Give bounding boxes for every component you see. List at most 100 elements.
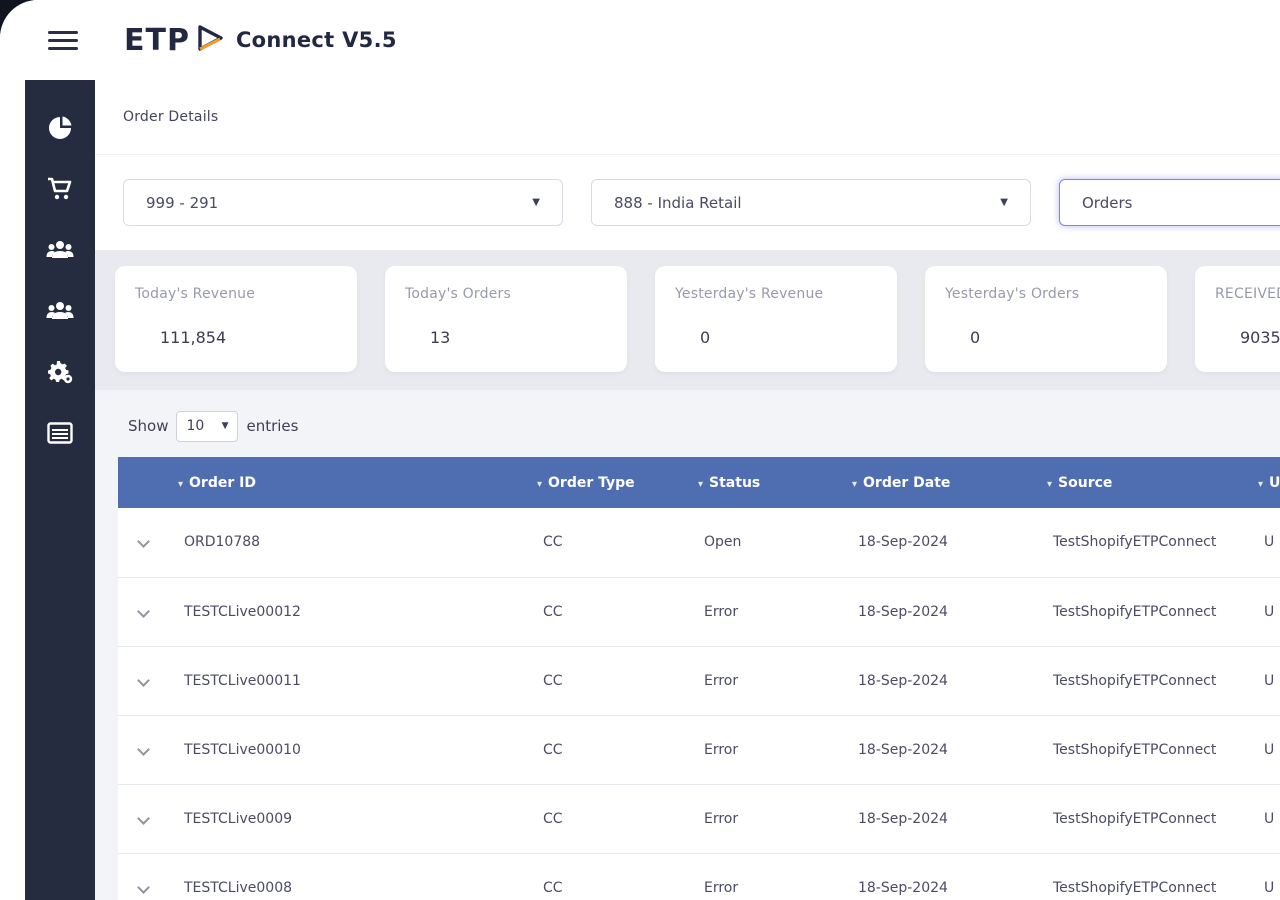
sidebar-nav <box>25 80 95 900</box>
cell-order-type: CC <box>527 508 688 578</box>
column-header-order-id[interactable]: ▾ Order ID <box>168 457 527 508</box>
cell-status: Error <box>688 715 842 785</box>
cell-source: TestShopifyETPConnect <box>1037 577 1248 647</box>
cell-status: Error <box>688 784 842 854</box>
cell-status: Error <box>688 646 842 716</box>
cell-source: TestShopifyETPConnect <box>1037 508 1248 578</box>
cell-extra: U <box>1248 577 1280 647</box>
brand-logo: ETP Connect V5.5 <box>124 23 397 58</box>
cell-order-id: TESTCLive0009 <box>168 784 527 854</box>
cell-extra: U <box>1248 508 1280 578</box>
cell-order-type: CC <box>527 853 688 900</box>
cell-order-date: 18-Sep-2024 <box>842 646 1037 716</box>
expand-row-icon[interactable] <box>136 535 150 549</box>
stats-band: Today's Revenue 111,854 Today's Orders 1… <box>95 250 1280 390</box>
stat-label: Today's Revenue <box>135 286 256 302</box>
chevron-down-icon: ▼ <box>221 421 229 431</box>
store-select[interactable]: 888 - India Retail ▼ <box>591 179 1031 226</box>
orders-table: ▾ Order ID ▾ Order Type ▾ Status ▾ Order Dat… <box>118 457 1280 900</box>
left-gutter <box>0 80 25 900</box>
expand-row-icon[interactable] <box>136 604 150 618</box>
page-title-bar: Order Details <box>95 80 1280 155</box>
expand-row-icon[interactable] <box>136 811 150 825</box>
sidebar-item-orders[interactable] <box>40 169 80 209</box>
table-row: TESTCLive00010 CC Error 18-Sep-2024 Test… <box>118 715 1280 785</box>
stat-label: RECEIVED <box>1215 286 1280 302</box>
table-row: TESTCLive0008 CC Error 18-Sep-2024 TestS… <box>118 853 1280 900</box>
column-header-order-type[interactable]: ▾ Order Type <box>527 457 688 508</box>
cell-order-date: 18-Sep-2024 <box>842 853 1037 900</box>
play-triangle-icon <box>194 24 226 56</box>
column-header-status[interactable]: ▾ Status <box>688 457 842 508</box>
cell-extra: U <box>1248 853 1280 900</box>
main-content: Order Details 999 - 291 ▼ 888 - India Re… <box>95 80 1280 900</box>
expand-row-icon[interactable] <box>136 880 150 894</box>
cell-status: Error <box>688 853 842 900</box>
cell-extra: U <box>1248 784 1280 854</box>
cell-order-date: 18-Sep-2024 <box>842 784 1037 854</box>
expand-row-icon[interactable] <box>136 673 150 687</box>
cell-order-date: 18-Sep-2024 <box>842 508 1037 578</box>
page-title: Order Details <box>123 109 219 125</box>
sidebar-item-customers[interactable] <box>40 230 80 270</box>
sort-caret-icon: ▾ <box>698 478 704 490</box>
cell-status: Open <box>688 508 842 578</box>
cell-extra: U <box>1248 646 1280 716</box>
brand-suffix-text: Connect V5.5 <box>235 28 397 52</box>
cell-order-date: 18-Sep-2024 <box>842 715 1037 785</box>
cell-source: TestShopifyETPConnect <box>1037 853 1248 900</box>
page-size-select[interactable]: 10 ▼ <box>176 410 239 442</box>
column-header-order-date[interactable]: ▾ Order Date <box>842 457 1037 508</box>
sidebar-item-settings[interactable] <box>40 352 80 392</box>
cell-order-id: TESTCLive0008 <box>168 853 527 900</box>
cell-order-id: TESTCLive00012 <box>168 577 527 647</box>
top-header: ETP Connect V5.5 <box>0 0 1280 80</box>
module-select[interactable]: Orders <box>1059 179 1280 226</box>
users-icon <box>46 299 74 323</box>
table-header-row: ▾ Order ID ▾ Order Type ▾ Status ▾ Order Dat… <box>118 457 1280 508</box>
orders-table-wrap: ▾ Order ID ▾ Order Type ▾ Status ▾ Order Dat… <box>118 457 1280 900</box>
stat-card-yesterdays-revenue: Yesterday's Revenue 0 <box>655 266 897 372</box>
show-label: Show <box>128 417 169 435</box>
sidebar-item-users[interactable] <box>40 291 80 331</box>
brand-etp-text: ETP <box>124 22 190 58</box>
stat-label: Today's Orders <box>405 286 511 302</box>
module-select-value: Orders <box>1082 193 1133 212</box>
sort-caret-icon: ▾ <box>852 478 858 490</box>
stat-value: 0 <box>700 328 711 347</box>
stat-value: 0 <box>970 328 981 347</box>
sort-caret-icon: ▾ <box>537 478 543 490</box>
stat-value: 13 <box>430 328 451 347</box>
stat-value: 9035 <box>1240 328 1280 347</box>
orders-table-section: Show 10 ▼ entries ▾ Order ID ▾ Order Typ… <box>95 390 1280 900</box>
cell-source: TestShopifyETPConnect <box>1037 784 1248 854</box>
cell-order-date: 18-Sep-2024 <box>842 577 1037 647</box>
settings-gears-icon <box>47 360 73 384</box>
expand-row-icon[interactable] <box>136 742 150 756</box>
cart-icon <box>47 177 73 201</box>
sort-caret-icon: ▾ <box>1258 478 1264 490</box>
column-header-source[interactable]: ▾ Source <box>1037 457 1248 508</box>
list-icon <box>47 422 73 444</box>
menu-icon[interactable] <box>48 26 78 55</box>
company-select[interactable]: 999 - 291 ▼ <box>123 179 563 226</box>
cell-order-type: CC <box>527 577 688 647</box>
table-row: ORD10788 CC Open 18-Sep-2024 TestShopify… <box>118 508 1280 578</box>
cell-status: Error <box>688 577 842 647</box>
expand-column-header <box>118 457 168 508</box>
stat-card-received: RECEIVED 9035 <box>1195 266 1280 372</box>
cell-order-id: TESTCLive00011 <box>168 646 527 716</box>
cell-order-type: CC <box>527 784 688 854</box>
sidebar-item-dashboard[interactable] <box>40 108 80 148</box>
cell-order-id: TESTCLive00010 <box>168 715 527 785</box>
cell-extra: U <box>1248 715 1280 785</box>
sidebar-item-reports[interactable] <box>40 413 80 453</box>
column-header-extra[interactable]: ▾ U <box>1248 457 1280 508</box>
entries-label: entries <box>246 417 299 435</box>
chevron-down-icon: ▼ <box>1000 197 1008 208</box>
pie-chart-icon <box>47 115 73 141</box>
stat-label: Yesterday's Orders <box>945 286 1080 302</box>
company-select-value: 999 - 291 <box>146 193 219 212</box>
store-select-value: 888 - India Retail <box>614 193 742 212</box>
page-size-value: 10 <box>186 418 205 434</box>
